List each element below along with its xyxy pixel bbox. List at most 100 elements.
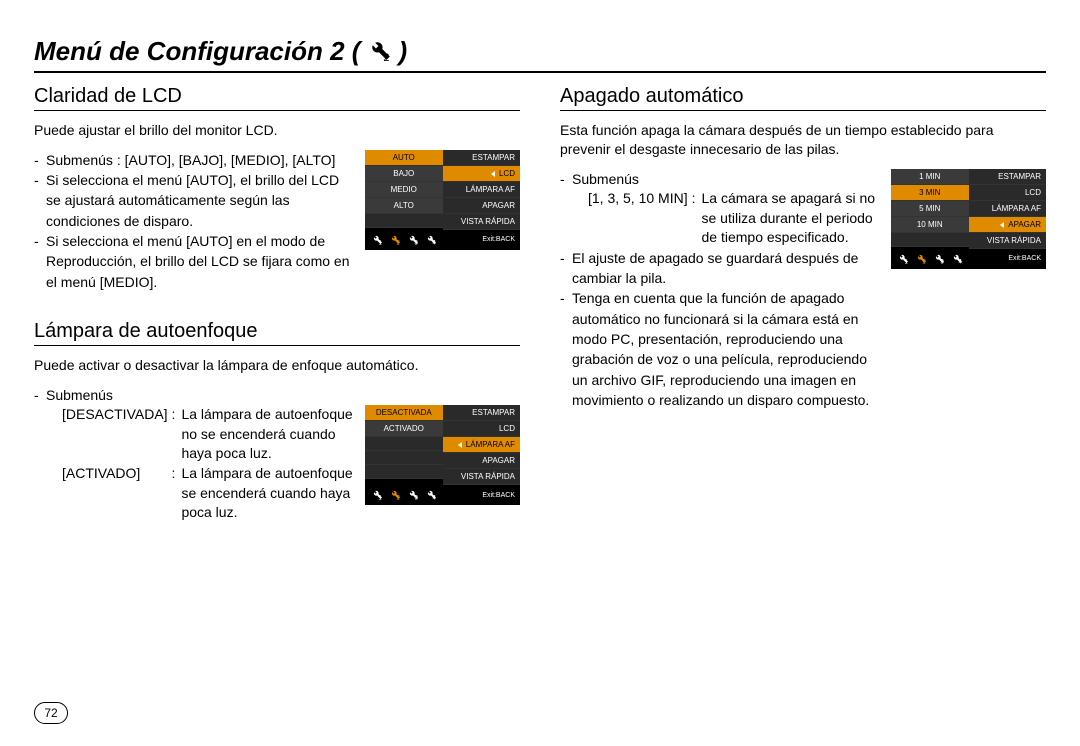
osd-left-item: 1 MIN [891,169,969,185]
osd-right-item: LÁMPARA AF [443,437,521,453]
osd-left-item: 10 MIN [891,217,969,233]
section-heading: Lámpara de autoenfoque [34,320,520,346]
wrench-1-icon: 1 [370,233,384,247]
osd-empty [365,437,443,451]
osd-left-item: BAJO [365,166,443,182]
wrench-2-icon: 2 [366,36,392,67]
submenu-label: Submenús [572,169,879,189]
section-intro: Esta función apaga la cámara después de … [560,121,1046,159]
section-heading: Claridad de LCD [34,85,520,111]
wrench-2-icon: 2 [388,233,402,247]
section-lcd-brightness: Claridad de LCD Puede ajustar el brillo … [34,85,520,292]
wrench-1-icon: 1 [896,252,910,266]
osd-footer: 1234Exit:BACK [891,249,1046,269]
manual-page: Menú de Configuración 2 ( 2 ) Claridad d… [0,0,1080,746]
svg-text:2: 2 [923,259,927,264]
definition-table: [1, 3, 5, 10 MIN] : La cámara se apagará… [588,189,879,248]
osd-right-item: LÁMPARA AF [443,182,521,198]
osd-right-item: VISTA RÁPIDA [443,214,521,230]
svg-text:4: 4 [433,496,437,501]
osd-right-item: VISTA RÁPIDA [443,469,521,485]
svg-text:3: 3 [941,259,945,264]
svg-text:2: 2 [384,52,390,62]
osd-footer-icons: 1 2 3 4 [370,488,438,502]
triangle-left-icon [1000,222,1004,228]
osd-empty [891,233,969,247]
osd-right-item: LCD [443,166,521,182]
osd-right-col: ESTAMPARLCDLÁMPARA AFAPAGARVISTA RÁPIDA [443,150,521,230]
osd-footer-icons: 1 2 34 [896,252,964,266]
osd-right-item: ESTAMPAR [969,169,1047,185]
osd-right-col: ESTAMPARLCDLÁMPARA AFAPAGARVISTA RÁPIDA [443,405,521,485]
osd-right-item: APAGAR [443,198,521,214]
triangle-left-icon [491,171,495,177]
def-val: La lámpara de autoenfoque se encenderá c… [181,464,353,523]
section-heading: Apagado automático [560,85,1046,111]
svg-text:3: 3 [415,496,419,501]
def-sep: : [172,464,182,523]
page-number-badge: 72 [34,702,68,724]
right-column: Apagado automático Esta función apaga la… [560,85,1046,551]
section-af-lamp: Lámpara de autoenfoque Puede activar o d… [34,320,520,523]
osd-left-item: 5 MIN [891,201,969,217]
osd-right-item: LÁMPARA AF [969,201,1047,217]
osd-footer: 1 2 3 4 Exit:BACK [365,485,520,505]
osd-menu-lcd: AUTOBAJOMEDIOALTOESTAMPARLCDLÁMPARA AFAP… [365,150,520,250]
osd-right-item: APAGAR [443,453,521,469]
osd-left-col: AUTOBAJOMEDIOALTO [365,150,443,230]
wrench-2-icon: 2 [388,488,402,502]
triangle-left-icon [458,442,462,448]
osd-left-item: ACTIVADO [365,421,443,437]
osd-empty [365,214,443,228]
left-column: Claridad de LCD Puede ajustar el brillo … [34,85,520,551]
content-with-osd: -Submenús [1, 3, 5, 10 MIN] : La cámara … [560,169,1046,410]
osd-body: DESACTIVADAACTIVADOESTAMPARLCDLÁMPARA AF… [365,405,520,485]
bullet-item: Si selecciona el menú [AUTO] en el modo … [46,231,353,292]
section-intro: Puede ajustar el brillo del monitor LCD. [34,121,520,140]
page-title-part2: ) [398,36,407,67]
osd-right-item: ESTAMPAR [443,150,521,166]
osd-empty [365,451,443,465]
bullet-list: -Submenús [1, 3, 5, 10 MIN] : La cámara … [560,169,879,410]
bullet-item: El ajuste de apagado se guardará después… [572,248,879,289]
osd-left-item: 3 MIN [891,185,969,201]
wrench-3-icon: 3 [406,233,420,247]
svg-text:2: 2 [397,240,401,245]
osd-empty [365,465,443,479]
wrench-3-icon: 3 [406,488,420,502]
wrench-2-icon: 2 [914,252,928,266]
osd-left-col: DESACTIVADAACTIVADO [365,405,443,485]
section-intro: Puede activar o desactivar la lámpara de… [34,356,520,375]
content-with-osd: -Submenús : [AUTO], [BAJO], [MEDIO], [AL… [34,150,520,292]
wrench-4-icon: 4 [950,252,964,266]
wrench-4-icon: 4 [424,488,438,502]
def-sep: : [172,405,182,464]
osd-left-col: 1 MIN3 MIN5 MIN10 MIN [891,169,969,249]
section-auto-off: Apagado automático Esta función apaga la… [560,85,1046,410]
bullet-list: -Submenús : [AUTO], [BAJO], [MEDIO], [AL… [34,150,353,292]
def-sep: : [692,189,702,248]
osd-right-col: ESTAMPARLCDLÁMPARA AFAPAGARVISTA RÁPIDA [969,169,1047,249]
wrench-4-icon: 4 [424,233,438,247]
page-title-row: Menú de Configuración 2 ( 2 ) [34,36,1046,73]
osd-right-item: LCD [443,421,521,437]
wrench-3-icon: 3 [932,252,946,266]
osd-right-item: ESTAMPAR [443,405,521,421]
osd-left-item: AUTO [365,150,443,166]
submenu-label: Submenús [46,385,520,405]
osd-right-item: APAGAR [969,217,1047,233]
svg-text:2: 2 [397,496,401,501]
page-title-part1: Menú de Configuración 2 ( [34,36,360,67]
osd-exit-label: Exit:BACK [482,492,515,499]
submenu-label-row: -Submenús [34,385,520,405]
def-val: La lámpara de autoenfoque no se encender… [181,405,353,464]
bullet-item: Submenús : [AUTO], [BAJO], [MEDIO], [ALT… [46,150,353,170]
definition-table: [DESACTIVADA]:La lámpara de autoenfoque … [34,405,353,523]
wrench-1-icon: 1 [370,488,384,502]
osd-footer-icons: 1 23 4 [370,233,438,247]
osd-menu-af: DESACTIVADAACTIVADOESTAMPARLCDLÁMPARA AF… [365,405,520,505]
osd-body: 1 MIN3 MIN5 MIN10 MINESTAMPARLCDLÁMPARA … [891,169,1046,249]
definition-list: [DESACTIVADA]:La lámpara de autoenfoque … [34,405,353,523]
bullet-item: Si selecciona el menú [AUTO], el brillo … [46,170,353,231]
svg-text:4: 4 [433,240,437,245]
